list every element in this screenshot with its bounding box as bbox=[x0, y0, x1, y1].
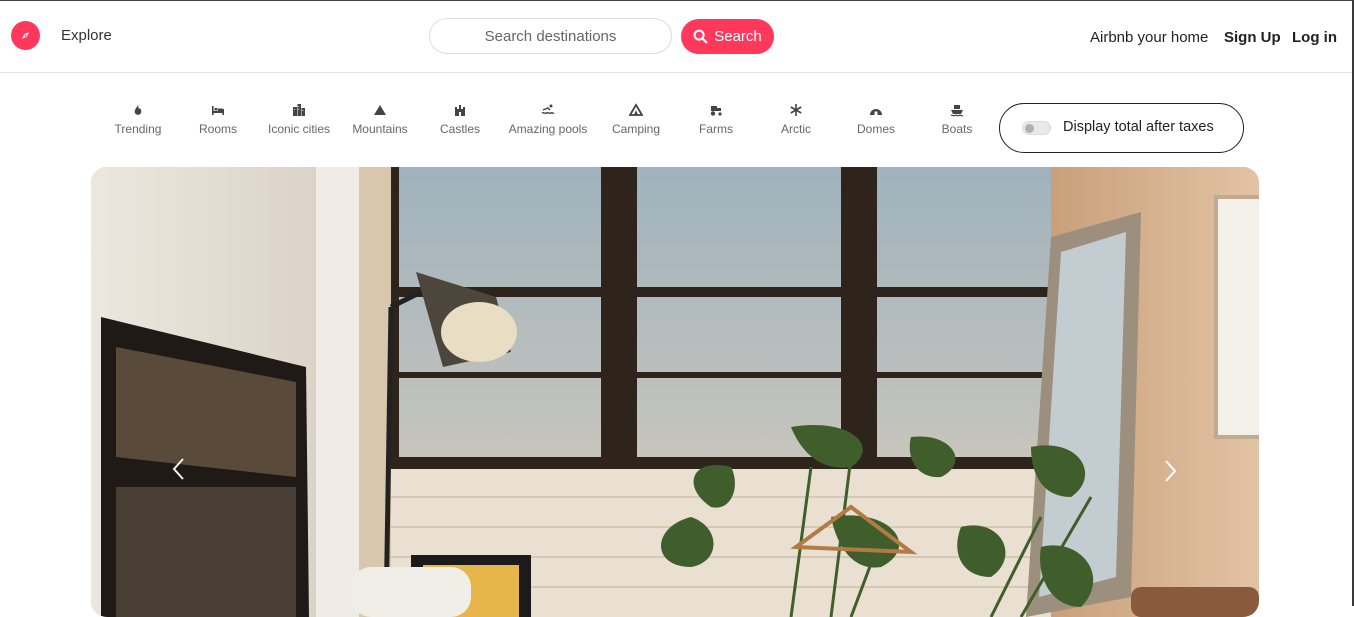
search-icon bbox=[693, 29, 708, 44]
category-camping[interactable]: Camping bbox=[594, 103, 678, 136]
signup-link[interactable]: Sign Up bbox=[1224, 29, 1281, 46]
tax-toggle-switch[interactable] bbox=[1022, 121, 1051, 135]
hero-carousel bbox=[91, 167, 1259, 617]
category-castles[interactable]: Castles bbox=[418, 103, 502, 136]
category-label: Trending bbox=[114, 122, 162, 136]
compass-icon[interactable] bbox=[11, 21, 40, 50]
pool-icon bbox=[541, 104, 555, 114]
mountain-icon bbox=[374, 105, 386, 115]
category-label: Arctic bbox=[781, 122, 811, 136]
category-mountains[interactable]: Mountains bbox=[338, 103, 422, 136]
snowflake-icon bbox=[790, 104, 802, 116]
search-button-label: Search bbox=[714, 28, 762, 45]
explore-link[interactable]: Explore bbox=[61, 27, 112, 44]
category-label: Farms bbox=[699, 122, 733, 136]
category-domes[interactable]: Domes bbox=[834, 103, 918, 136]
tax-toggle[interactable]: Display total after taxes bbox=[999, 103, 1244, 153]
login-link[interactable]: Log in bbox=[1292, 29, 1337, 46]
category-trending[interactable]: Trending bbox=[96, 103, 180, 136]
category-label: Domes bbox=[856, 122, 895, 136]
igloo-icon bbox=[870, 109, 882, 115]
category-label: Rooms bbox=[198, 122, 237, 136]
category-iconic-cities[interactable]: Iconic cities bbox=[257, 103, 341, 136]
carousel-next-button[interactable] bbox=[1155, 456, 1185, 486]
category-farms[interactable]: Farms bbox=[674, 103, 758, 136]
category-label: Iconic cities bbox=[267, 122, 331, 136]
bed-icon bbox=[212, 106, 224, 115]
ship-icon bbox=[950, 105, 964, 117]
city-icon bbox=[293, 104, 305, 116]
search-input[interactable] bbox=[448, 26, 653, 46]
category-rooms[interactable]: Rooms bbox=[176, 103, 260, 136]
search-bar bbox=[429, 18, 672, 54]
search-button[interactable]: Search bbox=[681, 19, 774, 54]
category-label: Amazing pools bbox=[508, 122, 588, 136]
chevron-left-icon bbox=[172, 458, 184, 480]
tractor-icon bbox=[710, 106, 722, 116]
category-label: Castles bbox=[439, 122, 480, 136]
category-boats[interactable]: Boats bbox=[915, 103, 999, 136]
hero-image bbox=[91, 167, 1259, 617]
category-label: Mountains bbox=[352, 122, 408, 136]
carousel-prev-button[interactable] bbox=[164, 454, 194, 484]
tent-icon bbox=[629, 103, 643, 116]
top-navbar: Explore Search Airbnb your home Sign Up … bbox=[0, 1, 1352, 73]
tax-toggle-label: Display total after taxes bbox=[1063, 119, 1214, 135]
fire-icon bbox=[134, 104, 142, 115]
toggle-knob bbox=[1025, 124, 1034, 133]
category-label: Camping bbox=[611, 122, 661, 136]
castle-icon bbox=[455, 105, 465, 116]
category-bar: Trending Rooms Iconic cities Mountains C… bbox=[0, 103, 1000, 143]
category-label: Boats bbox=[941, 122, 973, 136]
category-amazing-pools[interactable]: Amazing pools bbox=[506, 103, 590, 136]
category-arctic[interactable]: Arctic bbox=[754, 103, 838, 136]
host-link[interactable]: Airbnb your home bbox=[1090, 29, 1208, 46]
chevron-right-icon bbox=[1165, 460, 1177, 482]
